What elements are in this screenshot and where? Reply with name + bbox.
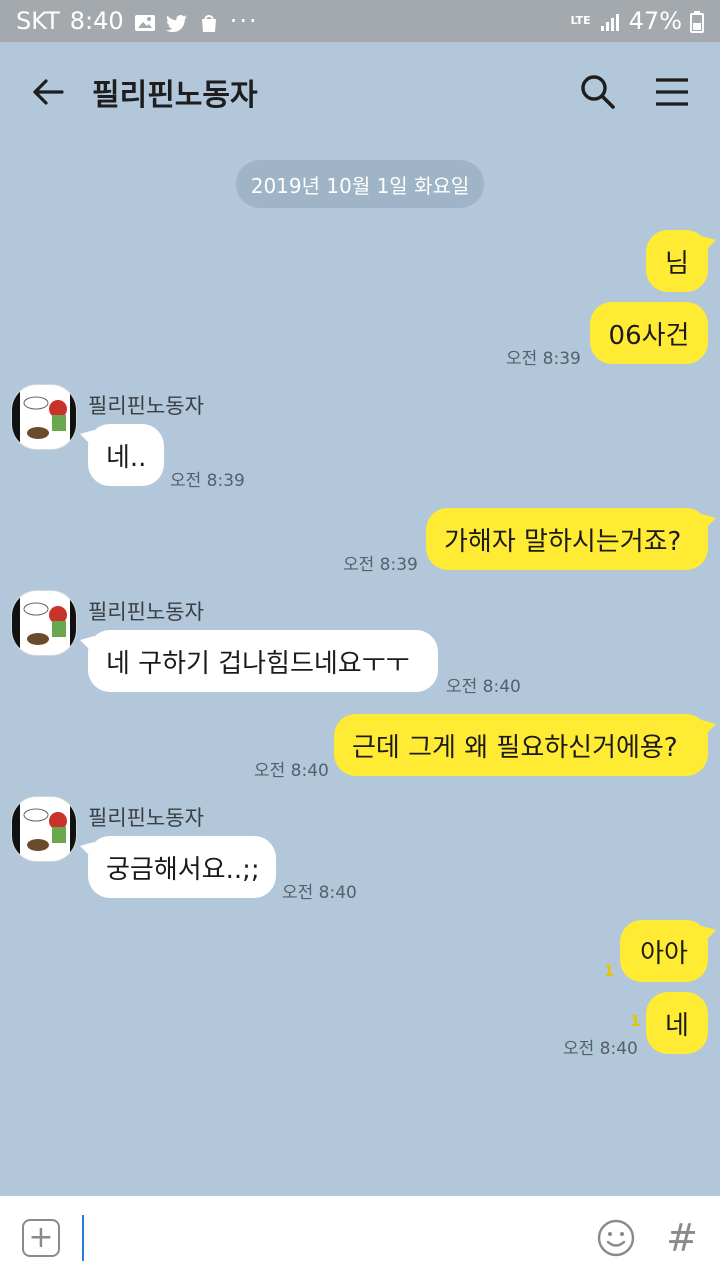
hashtag-search-button[interactable]: # bbox=[666, 1216, 698, 1260]
search-icon bbox=[581, 75, 615, 109]
sender-avatar[interactable] bbox=[11, 590, 77, 656]
battery-icon bbox=[690, 11, 704, 33]
network-type: LTE bbox=[570, 14, 591, 27]
my-message-bubble[interactable]: 아아 bbox=[620, 920, 716, 982]
my-message-bubble[interactable]: 네 bbox=[646, 992, 708, 1054]
message-time: 오전 8:40 bbox=[282, 883, 357, 903]
message-time: 오전 8:39 bbox=[343, 555, 418, 575]
search-button[interactable] bbox=[578, 72, 618, 112]
my-message-bubble[interactable]: 근데 그게 왜 필요하신거에용? bbox=[334, 714, 716, 776]
hash-icon: # bbox=[666, 1216, 698, 1260]
unread-count: 1 bbox=[604, 962, 615, 980]
back-button[interactable] bbox=[28, 72, 68, 112]
smiley-icon bbox=[597, 1219, 635, 1257]
clock: 8:40 bbox=[69, 7, 124, 35]
date-divider: 2019년 10월 1일 화요일 bbox=[236, 160, 484, 208]
back-arrow-icon bbox=[33, 79, 64, 105]
my-message-bubble[interactable]: 가해자 말하시는거죠? bbox=[426, 508, 716, 570]
shopping-bag-icon bbox=[198, 11, 220, 32]
their-message-bubble[interactable]: 네.. bbox=[80, 424, 164, 486]
sender-name: 필리핀노동자 bbox=[88, 806, 204, 830]
gallery-icon bbox=[134, 11, 156, 31]
chat-header: 필리핀노동자 bbox=[0, 42, 720, 142]
attach-button[interactable]: + bbox=[22, 1219, 60, 1257]
unread-count: 1 bbox=[630, 1012, 641, 1030]
hamburger-menu-icon bbox=[656, 78, 688, 106]
message-time: 오전 8:40 bbox=[254, 761, 329, 781]
my-message-bubble[interactable]: 님 bbox=[646, 230, 716, 292]
signal-icon bbox=[599, 11, 621, 31]
status-bar: SKT 8:40 ··· LTE 47% bbox=[0, 0, 720, 42]
message-time: 오전 8:39 bbox=[170, 471, 245, 491]
battery-percent: 47% bbox=[628, 7, 682, 35]
their-message-bubble[interactable]: 궁금해서요..;; bbox=[80, 836, 276, 898]
their-message-bubble[interactable]: 네 구하기 겁나힘드네요ㅜㅜ bbox=[80, 630, 438, 692]
message-input[interactable] bbox=[82, 1215, 587, 1261]
sender-avatar[interactable] bbox=[11, 796, 77, 862]
chat-room-title: 필리핀노동자 bbox=[92, 78, 258, 113]
sender-avatar[interactable] bbox=[11, 384, 77, 450]
message-time: 오전 8:39 bbox=[506, 349, 581, 369]
message-input-bar: + # bbox=[0, 1196, 720, 1280]
more-notifications-icon: ··· bbox=[229, 7, 259, 35]
carrier-label: SKT bbox=[16, 7, 60, 35]
message-time: 오전 8:40 bbox=[563, 1039, 638, 1059]
plus-icon: + bbox=[28, 1220, 54, 1255]
menu-button[interactable] bbox=[652, 72, 692, 112]
emoticon-button[interactable] bbox=[596, 1218, 636, 1258]
sender-name: 필리핀노동자 bbox=[88, 394, 204, 418]
twitter-icon bbox=[165, 11, 188, 33]
message-time: 오전 8:40 bbox=[446, 677, 521, 697]
my-message-bubble[interactable]: 06사건 bbox=[590, 302, 708, 364]
sender-name: 필리핀노동자 bbox=[88, 600, 204, 624]
